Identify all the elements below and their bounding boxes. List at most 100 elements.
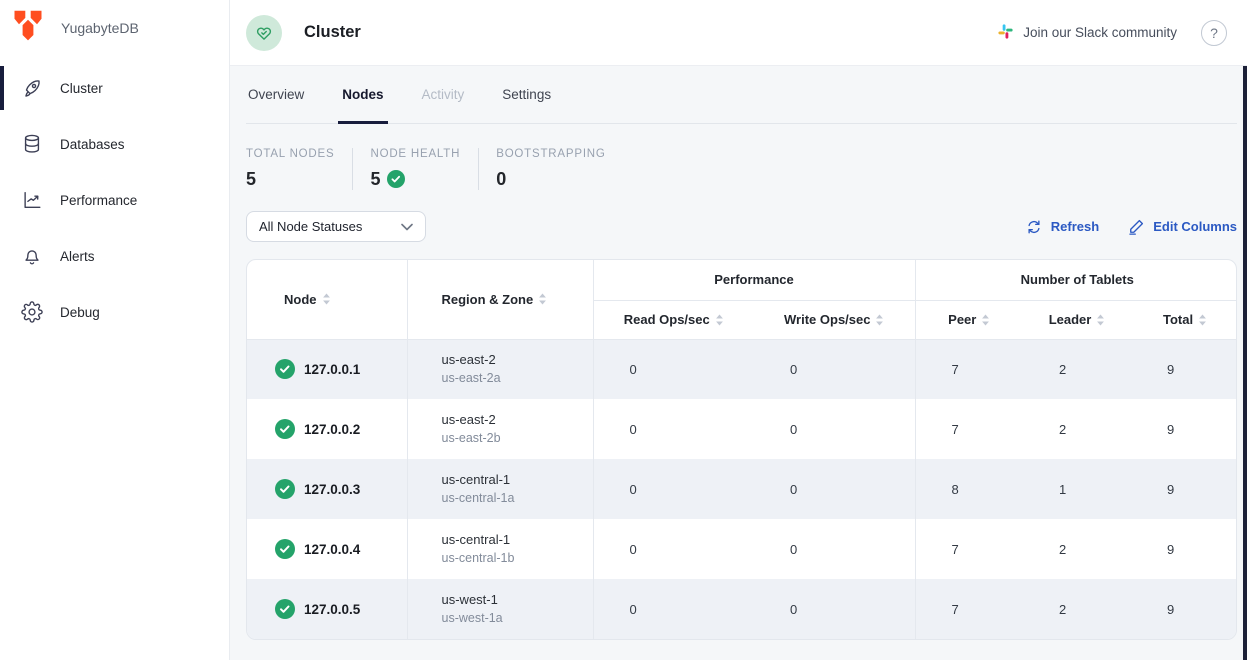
refresh-button[interactable]: Refresh: [1025, 218, 1099, 236]
table-row[interactable]: 127.0.0.3 us-central-1 us-central-1a 0 0…: [247, 459, 1237, 519]
read-ops-value: 0: [593, 339, 754, 399]
tab-nodes[interactable]: Nodes: [340, 66, 385, 123]
sidebar-item-label: Databases: [60, 137, 125, 152]
stat-total-nodes: TOTAL NODES 5: [246, 148, 352, 190]
table-row[interactable]: 127.0.0.4 us-central-1 us-central-1b 0 0…: [247, 519, 1237, 579]
chevron-down-icon: [401, 223, 413, 231]
leader-tablets-value: 2: [1023, 399, 1131, 459]
write-ops-value: 0: [754, 579, 915, 639]
table-row[interactable]: 127.0.0.2 us-east-2 us-east-2b 0 0 7 2 9: [247, 399, 1237, 459]
refresh-icon: [1025, 218, 1043, 236]
node-healthy-check-icon: [275, 419, 295, 439]
leader-tablets-value: 1: [1023, 459, 1131, 519]
total-tablets-value: 9: [1131, 459, 1237, 519]
table-row[interactable]: 127.0.0.1 us-east-2 us-east-2a 0 0 7 2 9: [247, 339, 1237, 399]
cluster-health-avatar: [246, 15, 282, 51]
table-row[interactable]: 127.0.0.5 us-west-1 us-west-1a 0 0 7 2 9: [247, 579, 1237, 639]
refresh-label: Refresh: [1051, 219, 1099, 234]
column-header-write-ops[interactable]: Write Ops/sec: [754, 300, 915, 339]
leader-tablets-value: 2: [1023, 579, 1131, 639]
leader-tablets-value: 2: [1023, 339, 1131, 399]
sort-icon: [1096, 314, 1105, 326]
sidebar-item-cluster[interactable]: Cluster: [0, 60, 229, 116]
sidebar-item-debug[interactable]: Debug: [0, 284, 229, 340]
node-stats: TOTAL NODES 5 NODE HEALTH 5: [246, 148, 1247, 190]
gear-icon: [21, 301, 43, 323]
column-header-label: Peer: [948, 312, 976, 327]
node-zone: us-central-1a: [442, 490, 593, 506]
rocket-icon: [21, 77, 43, 99]
node-status-filter-select[interactable]: All Node Statuses: [246, 211, 426, 242]
peer-tablets-value: 7: [915, 579, 1023, 639]
chart-icon: [21, 189, 43, 211]
tab-bar: Overview Nodes Activity Settings: [246, 66, 1237, 124]
tab-overview[interactable]: Overview: [246, 66, 306, 123]
node-region: us-east-2: [442, 412, 593, 429]
node-region: us-central-1: [442, 472, 593, 489]
stat-value: 0: [496, 168, 605, 190]
help-icon[interactable]: ?: [1201, 20, 1227, 46]
column-header-leader[interactable]: Leader: [1023, 300, 1131, 339]
column-header-label: Node: [284, 292, 317, 307]
node-ip: 127.0.0.4: [304, 542, 360, 557]
edit-columns-button[interactable]: Edit Columns: [1127, 218, 1237, 236]
node-healthy-check-icon: [275, 359, 295, 379]
node-zone: us-east-2a: [442, 370, 593, 386]
total-tablets-value: 9: [1131, 579, 1237, 639]
edit-columns-label: Edit Columns: [1153, 219, 1237, 234]
sidebar-nav: Cluster Databases: [0, 56, 229, 340]
app-window: YugabyteDB Cluster: [0, 0, 1247, 660]
tab-activity[interactable]: Activity: [420, 66, 467, 123]
healthy-check-icon: [387, 170, 405, 188]
column-header-total[interactable]: Total: [1131, 300, 1237, 339]
stat-label: BOOTSTRAPPING: [496, 148, 605, 160]
sidebar-item-performance[interactable]: Performance: [0, 172, 229, 228]
peer-tablets-value: 7: [915, 339, 1023, 399]
column-header-label: Read Ops/sec: [624, 312, 710, 327]
peer-tablets-value: 7: [915, 519, 1023, 579]
content-area: Overview Nodes Activity Settings TOTAL N…: [230, 66, 1247, 660]
vertical-scrollbar[interactable]: [1243, 66, 1247, 660]
read-ops-value: 0: [593, 399, 754, 459]
write-ops-value: 0: [754, 459, 915, 519]
node-zone: us-east-2b: [442, 430, 593, 446]
database-icon: [21, 133, 43, 155]
sidebar-item-label: Performance: [60, 193, 137, 208]
column-group-tablets: Number of Tablets: [915, 260, 1237, 300]
join-slack-link[interactable]: Join our Slack community: [997, 23, 1177, 43]
peer-tablets-value: 8: [915, 459, 1023, 519]
total-tablets-value: 9: [1131, 519, 1237, 579]
column-header-peer[interactable]: Peer: [915, 300, 1023, 339]
node-zone: us-west-1a: [442, 610, 593, 626]
join-slack-label: Join our Slack community: [1023, 25, 1177, 40]
sidebar-item-label: Alerts: [60, 249, 95, 264]
slack-icon: [997, 23, 1014, 43]
sort-icon: [322, 293, 331, 305]
sort-icon: [875, 314, 884, 326]
node-ip: 127.0.0.1: [304, 362, 360, 377]
yugabytedb-logo-icon: [10, 8, 46, 49]
stat-bootstrapping: BOOTSTRAPPING 0: [478, 148, 623, 190]
node-ip: 127.0.0.2: [304, 422, 360, 437]
read-ops-value: 0: [593, 579, 754, 639]
column-header-read-ops[interactable]: Read Ops/sec: [593, 300, 754, 339]
column-header-label: Write Ops/sec: [784, 312, 870, 327]
stat-label: TOTAL NODES: [246, 148, 334, 160]
brand-name: YugabyteDB: [61, 20, 139, 36]
sidebar-item-alerts[interactable]: Alerts: [0, 228, 229, 284]
stat-value: 5: [246, 168, 334, 190]
read-ops-value: 0: [593, 459, 754, 519]
node-healthy-check-icon: [275, 539, 295, 559]
brand[interactable]: YugabyteDB: [0, 0, 229, 56]
sort-icon: [538, 293, 547, 305]
node-region: us-west-1: [442, 592, 593, 609]
column-header-region[interactable]: Region & Zone: [407, 260, 593, 339]
nodes-table: Node Region & Zone Performance Number of…: [247, 260, 1237, 639]
tab-settings[interactable]: Settings: [500, 66, 553, 123]
sidebar-item-databases[interactable]: Databases: [0, 116, 229, 172]
node-zone: us-central-1b: [442, 550, 593, 566]
total-tablets-value: 9: [1131, 339, 1237, 399]
column-header-node[interactable]: Node: [247, 260, 407, 339]
nodes-table-card: Node Region & Zone Performance Number of…: [246, 259, 1237, 640]
sidebar-item-label: Cluster: [60, 81, 103, 96]
